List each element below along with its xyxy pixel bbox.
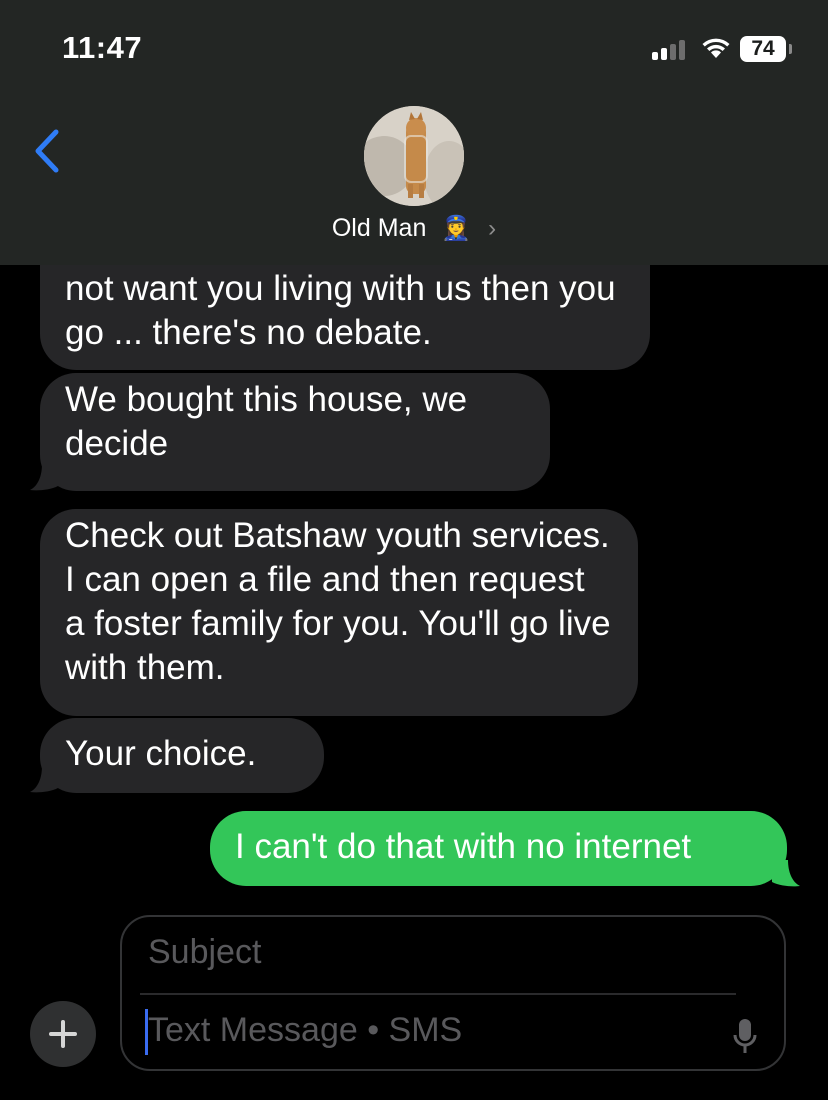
contact-emoji: 👮‍♀️	[441, 215, 472, 242]
message-text: I can't do that with no internet	[235, 827, 692, 866]
battery-tip	[789, 44, 792, 54]
message-bubble-incoming[interactable]: Your choice.	[40, 718, 324, 793]
plus-icon	[49, 1020, 77, 1048]
message-bubble-outgoing[interactable]: I can't do that with no internet	[210, 811, 787, 886]
chevron-right-icon: ›	[488, 215, 497, 242]
contact-name: Old Man	[331, 214, 427, 242]
bubble-tail	[772, 860, 800, 887]
wifi-icon	[702, 38, 730, 58]
add-attachment-button[interactable]	[30, 1001, 96, 1067]
message-composer: Subject Text Message • SMS	[120, 915, 786, 1071]
subject-field[interactable]: Subject	[148, 933, 261, 972]
conversation-header: 11:47 74 Old Man 👮‍♀️ ›	[0, 0, 828, 265]
message-bubble-incoming[interactable]: Check out Batshaw youth services. I can …	[40, 509, 638, 716]
cat-photo-avatar	[364, 106, 464, 206]
message-text: Check out Batshaw youth services. I can …	[65, 516, 611, 687]
contact-name-button[interactable]: Old Man 👮‍♀️ ›	[0, 214, 828, 243]
cellular-signal-icon	[652, 38, 692, 60]
message-text: Your choice.	[65, 734, 257, 773]
bubble-tail	[30, 766, 58, 793]
message-bubble-incoming[interactable]: not want you living with us then you go …	[40, 250, 650, 370]
message-input[interactable]: Text Message • SMS	[148, 1011, 462, 1050]
message-text: not want you living with us then you go …	[65, 269, 616, 352]
contact-avatar[interactable]	[364, 106, 464, 206]
composer-divider	[140, 993, 736, 995]
message-bubble-incoming[interactable]: We bought this house, we decide	[40, 373, 550, 491]
back-chevron-icon[interactable]	[30, 128, 64, 174]
bubble-tail	[30, 464, 58, 491]
battery-level: 74	[740, 36, 786, 62]
status-time: 11:47	[62, 30, 143, 65]
microphone-icon[interactable]	[732, 1017, 758, 1057]
message-text: We bought this house, we decide	[65, 380, 468, 463]
